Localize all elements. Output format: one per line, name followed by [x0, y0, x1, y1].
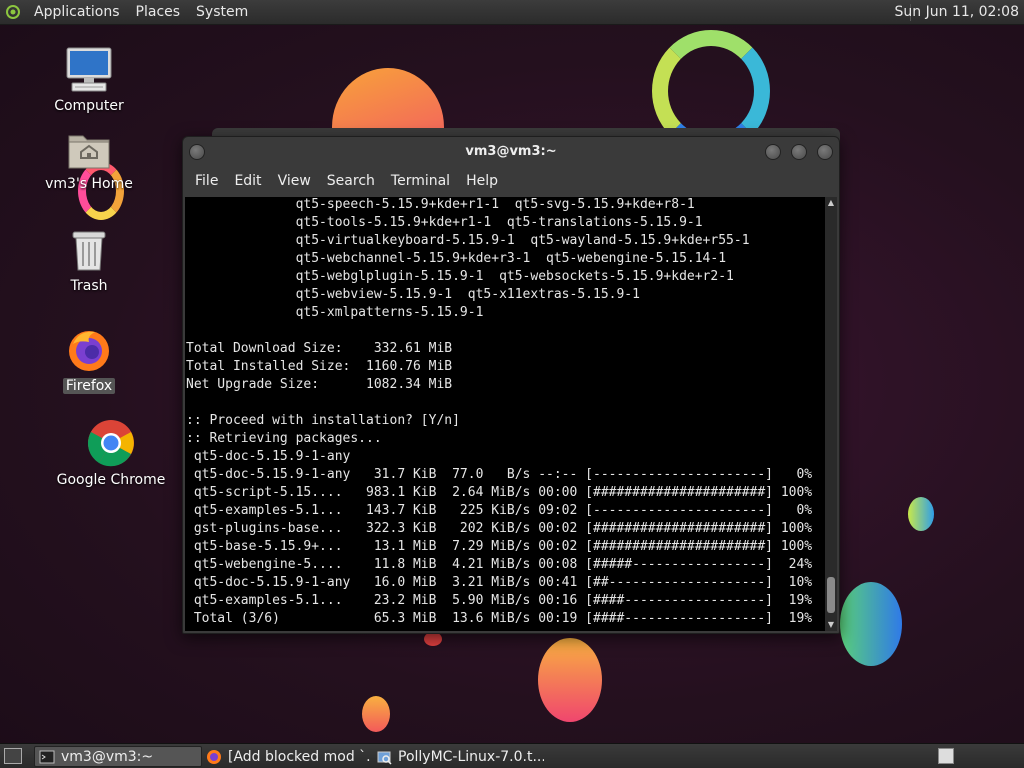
shade-button[interactable]	[765, 144, 781, 160]
top-panel: Applications Places System Sun Jun 11, 0…	[0, 0, 1024, 25]
taskbar-item-label: PollyMC-Linux-7.0.t...	[398, 748, 544, 765]
wallpaper-shape	[840, 582, 902, 666]
window-title: vm3@vm3:~	[465, 144, 557, 159]
menu-search[interactable]: Search	[319, 173, 383, 189]
desktop-icon-label: Google Chrome	[56, 472, 166, 488]
desktop-icon-trash[interactable]: Trash	[29, 228, 149, 294]
menu-system[interactable]: System	[188, 0, 256, 25]
wallpaper-shape	[538, 638, 602, 722]
taskbar-item-label: [Add blocked mod `...	[228, 748, 372, 765]
bottom-panel: vm3@vm3:~ [Add blocked mod `... PollyMC-…	[0, 743, 1024, 768]
show-desktop-icon[interactable]	[4, 748, 22, 764]
menu-file[interactable]: File	[187, 173, 226, 189]
computer-icon	[66, 47, 112, 92]
scroll-down-arrow[interactable]: ▼	[826, 620, 836, 630]
file-manager-icon	[377, 751, 392, 765]
scroll-thumb[interactable]	[827, 577, 835, 613]
scroll-up-arrow[interactable]: ▲	[826, 198, 836, 208]
terminal-menubar: File Edit View Search Terminal Help	[183, 168, 839, 194]
home-folder-icon	[68, 135, 110, 169]
desktop-icon-label: Trash	[70, 278, 108, 294]
wallpaper-shape	[908, 497, 934, 531]
terminal-scrollbar[interactable]: ▲ ▼	[825, 197, 837, 631]
minimize-button[interactable]	[791, 144, 807, 160]
menu-edit[interactable]: Edit	[226, 173, 269, 189]
taskbar-item-label: vm3@vm3:~	[61, 748, 154, 765]
menu-view[interactable]: View	[270, 173, 319, 189]
menu-applications[interactable]: Applications	[26, 0, 128, 25]
desktop-icon-computer[interactable]: Computer	[29, 46, 149, 114]
desktop-icon-label: Firefox	[62, 378, 116, 394]
menu-help[interactable]: Help	[458, 173, 506, 189]
menu-places[interactable]: Places	[128, 0, 189, 25]
wallpaper-shape	[362, 696, 390, 732]
firefox-icon	[69, 331, 109, 371]
desktop-icon-label: Computer	[54, 98, 124, 114]
workspace-switcher[interactable]	[938, 748, 954, 764]
desktop-icon-chrome[interactable]: Google Chrome	[51, 418, 171, 488]
terminal-icon	[39, 750, 55, 763]
taskbar-item-terminal[interactable]: vm3@vm3:~	[34, 746, 202, 767]
wallpaper-shape	[424, 632, 442, 646]
distro-logo-icon[interactable]	[0, 0, 26, 25]
firefox-icon	[207, 749, 221, 764]
close-button[interactable]	[817, 144, 833, 160]
clock[interactable]: Sun Jun 11, 02:08	[895, 0, 1019, 25]
chrome-icon	[87, 420, 134, 467]
terminal-window[interactable]: vm3@vm3:~ File Edit View Search Terminal…	[182, 136, 840, 634]
window-titlebar[interactable]: vm3@vm3:~	[183, 137, 839, 167]
terminal-text: qt5-speech-5.15.9+kde+r1-1 qt5-svg-5.15.…	[186, 197, 813, 626]
trash-icon	[72, 231, 106, 271]
menu-terminal[interactable]: Terminal	[383, 173, 458, 189]
desktop-icon-home[interactable]: vm3's Home	[29, 128, 149, 192]
desktop-icon-label: vm3's Home	[45, 176, 133, 192]
desktop-icon-firefox[interactable]: Firefox	[29, 326, 149, 394]
taskbar-item-file-manager[interactable]: PollyMC-Linux-7.0.t...	[372, 746, 544, 767]
taskbar-item-firefox[interactable]: [Add blocked mod `...	[202, 746, 372, 767]
terminal-output[interactable]: qt5-speech-5.15.9+kde+r1-1 qt5-svg-5.15.…	[185, 197, 827, 631]
